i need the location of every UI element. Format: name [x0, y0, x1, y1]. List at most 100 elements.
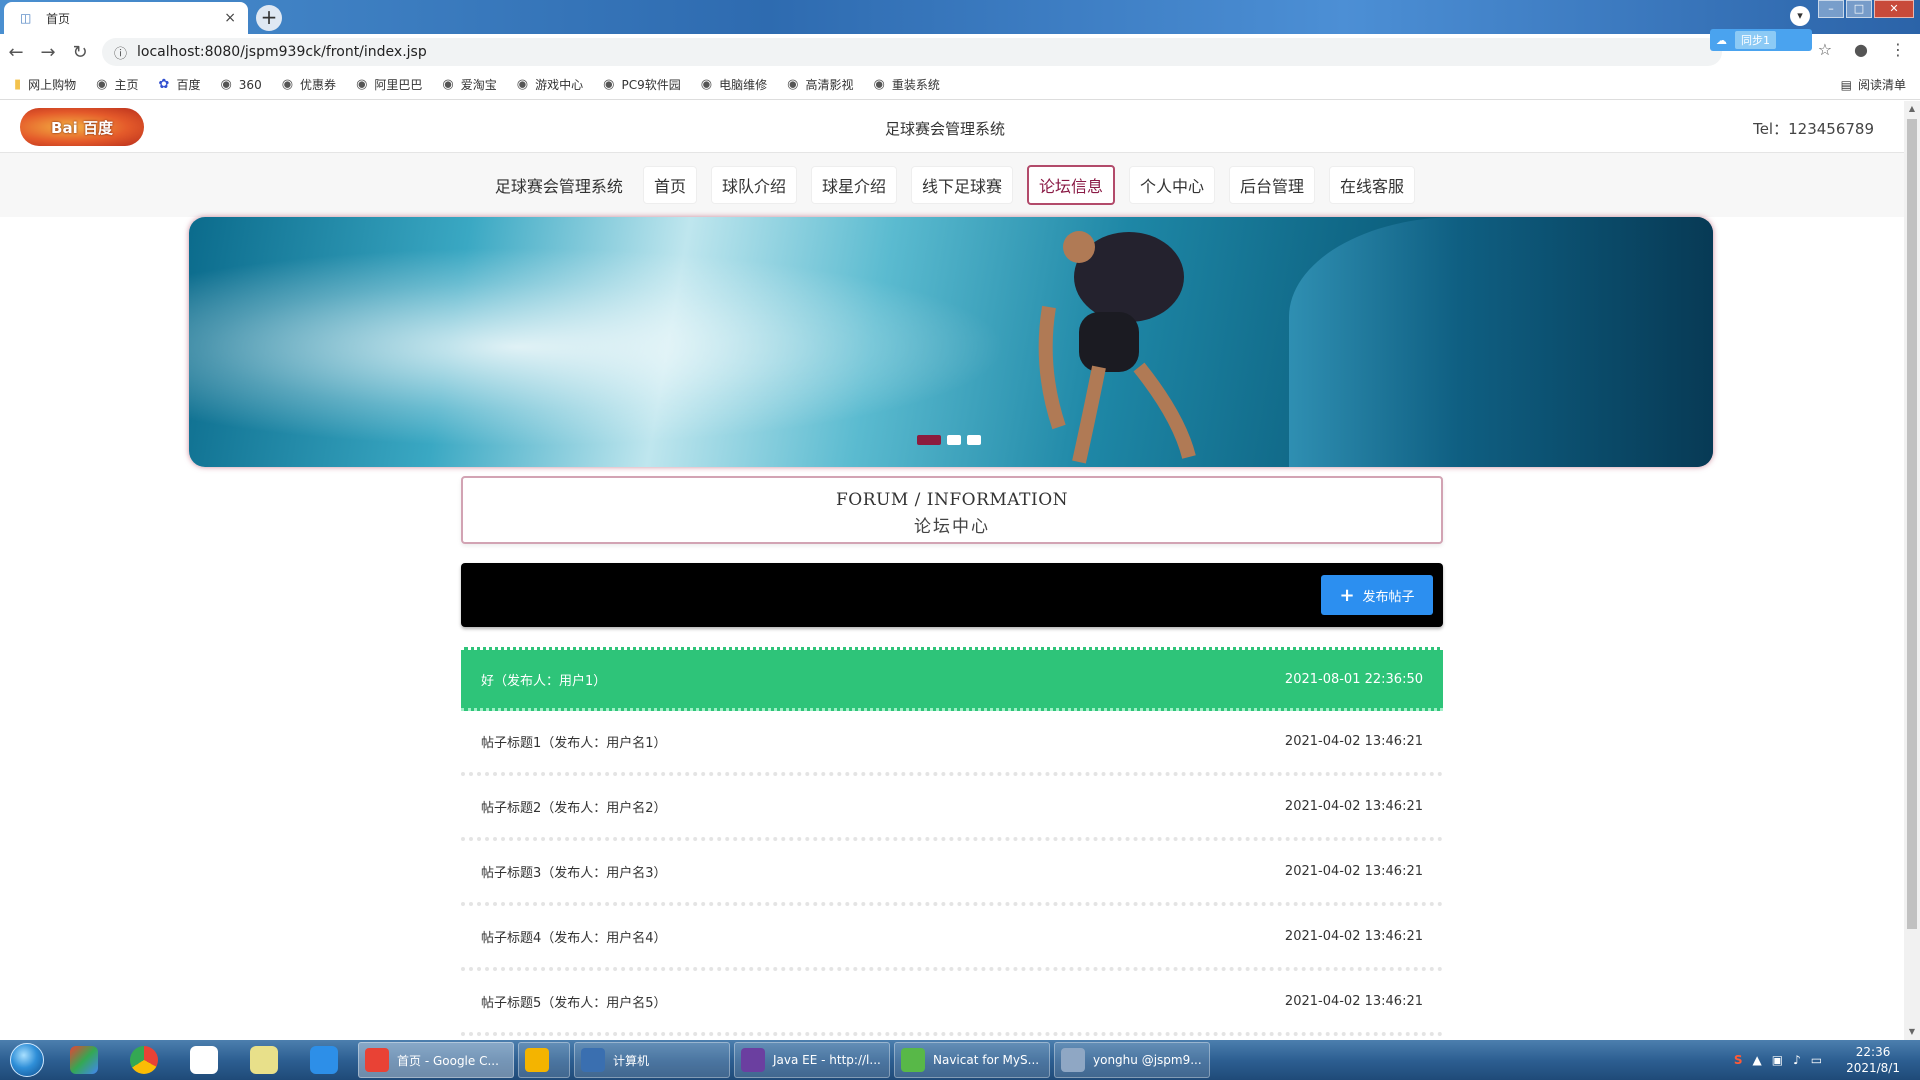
forward-icon[interactable]: →: [32, 42, 64, 63]
post-row[interactable]: 帖子标题1（发布人：用户名1） 2021-04-02 13:46:21: [461, 711, 1443, 776]
carousel-dot[interactable]: [967, 435, 981, 445]
minimize-button[interactable]: –: [1818, 0, 1844, 18]
taskbar-task[interactable]: yonghu @jspm9...: [1054, 1042, 1210, 1078]
bookmark-star-icon[interactable]: ☆: [1818, 40, 1832, 59]
bookmark-item[interactable]: ▮ 网上购物: [14, 76, 76, 93]
nav-item[interactable]: 论坛信息: [1027, 165, 1116, 205]
carousel-dot[interactable]: [917, 435, 941, 445]
task-app-icon: [365, 1048, 389, 1072]
post-row[interactable]: 帖子标题3（发布人：用户名3） 2021-04-02 13:46:21: [461, 841, 1443, 906]
post-row[interactable]: 帖子标题4（发布人：用户名4） 2021-04-02 13:46:21: [461, 906, 1443, 971]
scrollbar-thumb[interactable]: [1907, 119, 1917, 929]
cloud-sync-extension[interactable]: ☁ 同步1: [1710, 29, 1812, 51]
post-title[interactable]: 好（发布人：用户1）: [481, 670, 606, 689]
folder-icon: ▮: [14, 77, 22, 92]
url-input[interactable]: ⓘ localhost:8080/jspm939ck/front/index.j…: [102, 38, 1722, 66]
bookmark-item[interactable]: ◉ 游戏中心: [517, 76, 583, 93]
post-title[interactable]: 帖子标题2（发布人：用户名2）: [481, 797, 667, 816]
taskbar-task[interactable]: 计算机: [574, 1042, 730, 1078]
post-row[interactable]: 好（发布人：用户1） 2021-08-01 22:36:50: [461, 647, 1443, 711]
action-center-icon[interactable]: ▭: [1811, 1053, 1822, 1067]
more-menu-icon[interactable]: ⋮: [1890, 40, 1906, 59]
start-button[interactable]: [0, 1040, 54, 1080]
post-row[interactable]: 帖子标题2（发布人：用户名2） 2021-04-02 13:46:21: [461, 776, 1443, 841]
nav-brand[interactable]: 足球赛会管理系统: [489, 173, 629, 197]
bookmark-item[interactable]: ◉ 360: [220, 77, 261, 92]
forum-toolbar: + 发布帖子: [461, 563, 1443, 627]
clock[interactable]: 22:36 2021/8/1: [1846, 1044, 1900, 1076]
tray-expand-icon[interactable]: ▲: [1753, 1053, 1762, 1067]
task-app-icon: [1061, 1048, 1085, 1072]
pinned-maps-icon[interactable]: [54, 1040, 114, 1080]
globe-icon: ◉: [787, 77, 799, 92]
page-favicon-icon: ◫: [20, 11, 32, 25]
network-icon[interactable]: ▣: [1772, 1053, 1783, 1067]
pinned-chrome-icon[interactable]: [114, 1040, 174, 1080]
banner-carousel[interactable]: [189, 217, 1713, 467]
globe-icon: ◉: [96, 77, 108, 92]
new-tab-button[interactable]: +: [256, 5, 282, 31]
cloud-icon: ☁: [1716, 33, 1727, 47]
page-scrollbar[interactable]: ▲ ▼: [1904, 101, 1920, 1040]
publish-post-label: 发布帖子: [1362, 589, 1415, 605]
post-title[interactable]: 帖子标题3（发布人：用户名3）: [481, 862, 667, 881]
post-title[interactable]: 帖子标题4（发布人：用户名4）: [481, 927, 667, 946]
maximize-button[interactable]: □: [1846, 0, 1872, 18]
scroll-down-icon[interactable]: ▼: [1904, 1024, 1920, 1040]
post-list: 好（发布人：用户1） 2021-08-01 22:36:50 帖子标题1（发布人：用…: [461, 647, 1443, 1036]
chrome-menu-icon[interactable]: ▾: [1790, 6, 1810, 26]
page-viewport: Bai 百度 足球赛会管理系统 Tel：123456789 足球赛会管理系统 首…: [0, 101, 1920, 1040]
bookmark-item[interactable]: ◉ 阿里巴巴: [356, 76, 422, 93]
nav-item[interactable]: 球星介绍: [810, 166, 897, 204]
bookmark-item[interactable]: ◉ 优惠券: [282, 76, 336, 93]
window-controls: – □ ✕: [1818, 0, 1914, 20]
taskbar-task[interactable]: Java EE - http://l...: [734, 1042, 890, 1078]
plus-icon: +: [1339, 584, 1355, 606]
profile-icon[interactable]: ●: [1854, 40, 1868, 59]
taskbar-task[interactable]: 首页 - Google C...: [358, 1042, 514, 1078]
task-app-icon: [741, 1048, 765, 1072]
bookmark-item[interactable]: ◉ 重装系统: [873, 76, 939, 93]
banner-foam: [189, 247, 1009, 447]
nav-item[interactable]: 首页: [642, 166, 697, 204]
pinned-apps-icon[interactable]: [294, 1040, 354, 1080]
ime-icon[interactable]: S: [1734, 1053, 1743, 1067]
bookmark-item[interactable]: ✿ 百度: [159, 76, 201, 93]
bookmark-item[interactable]: ◉ PC9软件园: [603, 76, 681, 93]
nav-item[interactable]: 后台管理: [1229, 166, 1316, 204]
browser-tab[interactable]: ◫ 首页 ×: [4, 2, 248, 34]
close-window-button[interactable]: ✕: [1874, 0, 1914, 18]
taskbar-task[interactable]: [518, 1042, 570, 1078]
reading-list[interactable]: ▤ 阅读清单: [1841, 76, 1906, 93]
post-title[interactable]: 帖子标题1（发布人：用户名1）: [481, 732, 667, 751]
banner-wave: [1289, 217, 1713, 467]
reload-icon[interactable]: ↻: [64, 42, 96, 63]
nav-item[interactable]: 线下足球赛: [910, 166, 1013, 204]
publish-post-button[interactable]: + 发布帖子: [1321, 575, 1433, 615]
post-title[interactable]: 帖子标题5（发布人：用户名5）: [481, 992, 667, 1011]
windows-logo-icon: [10, 1043, 44, 1077]
bookmark-item[interactable]: ◉ 电脑维修: [701, 76, 767, 93]
bookmark-item[interactable]: ◉ 主页: [96, 76, 138, 93]
scroll-up-icon[interactable]: ▲: [1904, 101, 1920, 117]
bookmark-item[interactable]: ◉ 爱淘宝: [442, 76, 496, 93]
clock-date: 2021/8/1: [1846, 1061, 1900, 1075]
site-info-icon[interactable]: ⓘ: [114, 43, 127, 62]
baidu-icon: ✿: [158, 77, 170, 92]
tab-title: 首页: [46, 11, 71, 26]
taskbar-task[interactable]: Navicat for MyS...: [894, 1042, 1050, 1078]
forum-heading: FORUM / INFORMATION 论坛中心: [461, 476, 1443, 544]
pinned-cloud-icon[interactable]: [174, 1040, 234, 1080]
post-row[interactable]: 帖子标题5（发布人：用户名5） 2021-04-02 13:46:21: [461, 971, 1443, 1036]
close-tab-icon[interactable]: ×: [224, 10, 236, 26]
volume-icon[interactable]: ♪: [1793, 1053, 1801, 1067]
bookmark-item[interactable]: ◉ 高清影视: [787, 76, 853, 93]
nav-item[interactable]: 在线客服: [1329, 166, 1416, 204]
nav-item[interactable]: 球队介绍: [710, 166, 797, 204]
nav-item[interactable]: 个人中心: [1129, 166, 1216, 204]
surfer-image: [1038, 231, 1196, 464]
back-icon[interactable]: ←: [0, 42, 32, 63]
carousel-dot[interactable]: [947, 435, 961, 445]
bookmark-label: 爱淘宝: [460, 78, 497, 92]
pinned-chart-icon[interactable]: [234, 1040, 294, 1080]
